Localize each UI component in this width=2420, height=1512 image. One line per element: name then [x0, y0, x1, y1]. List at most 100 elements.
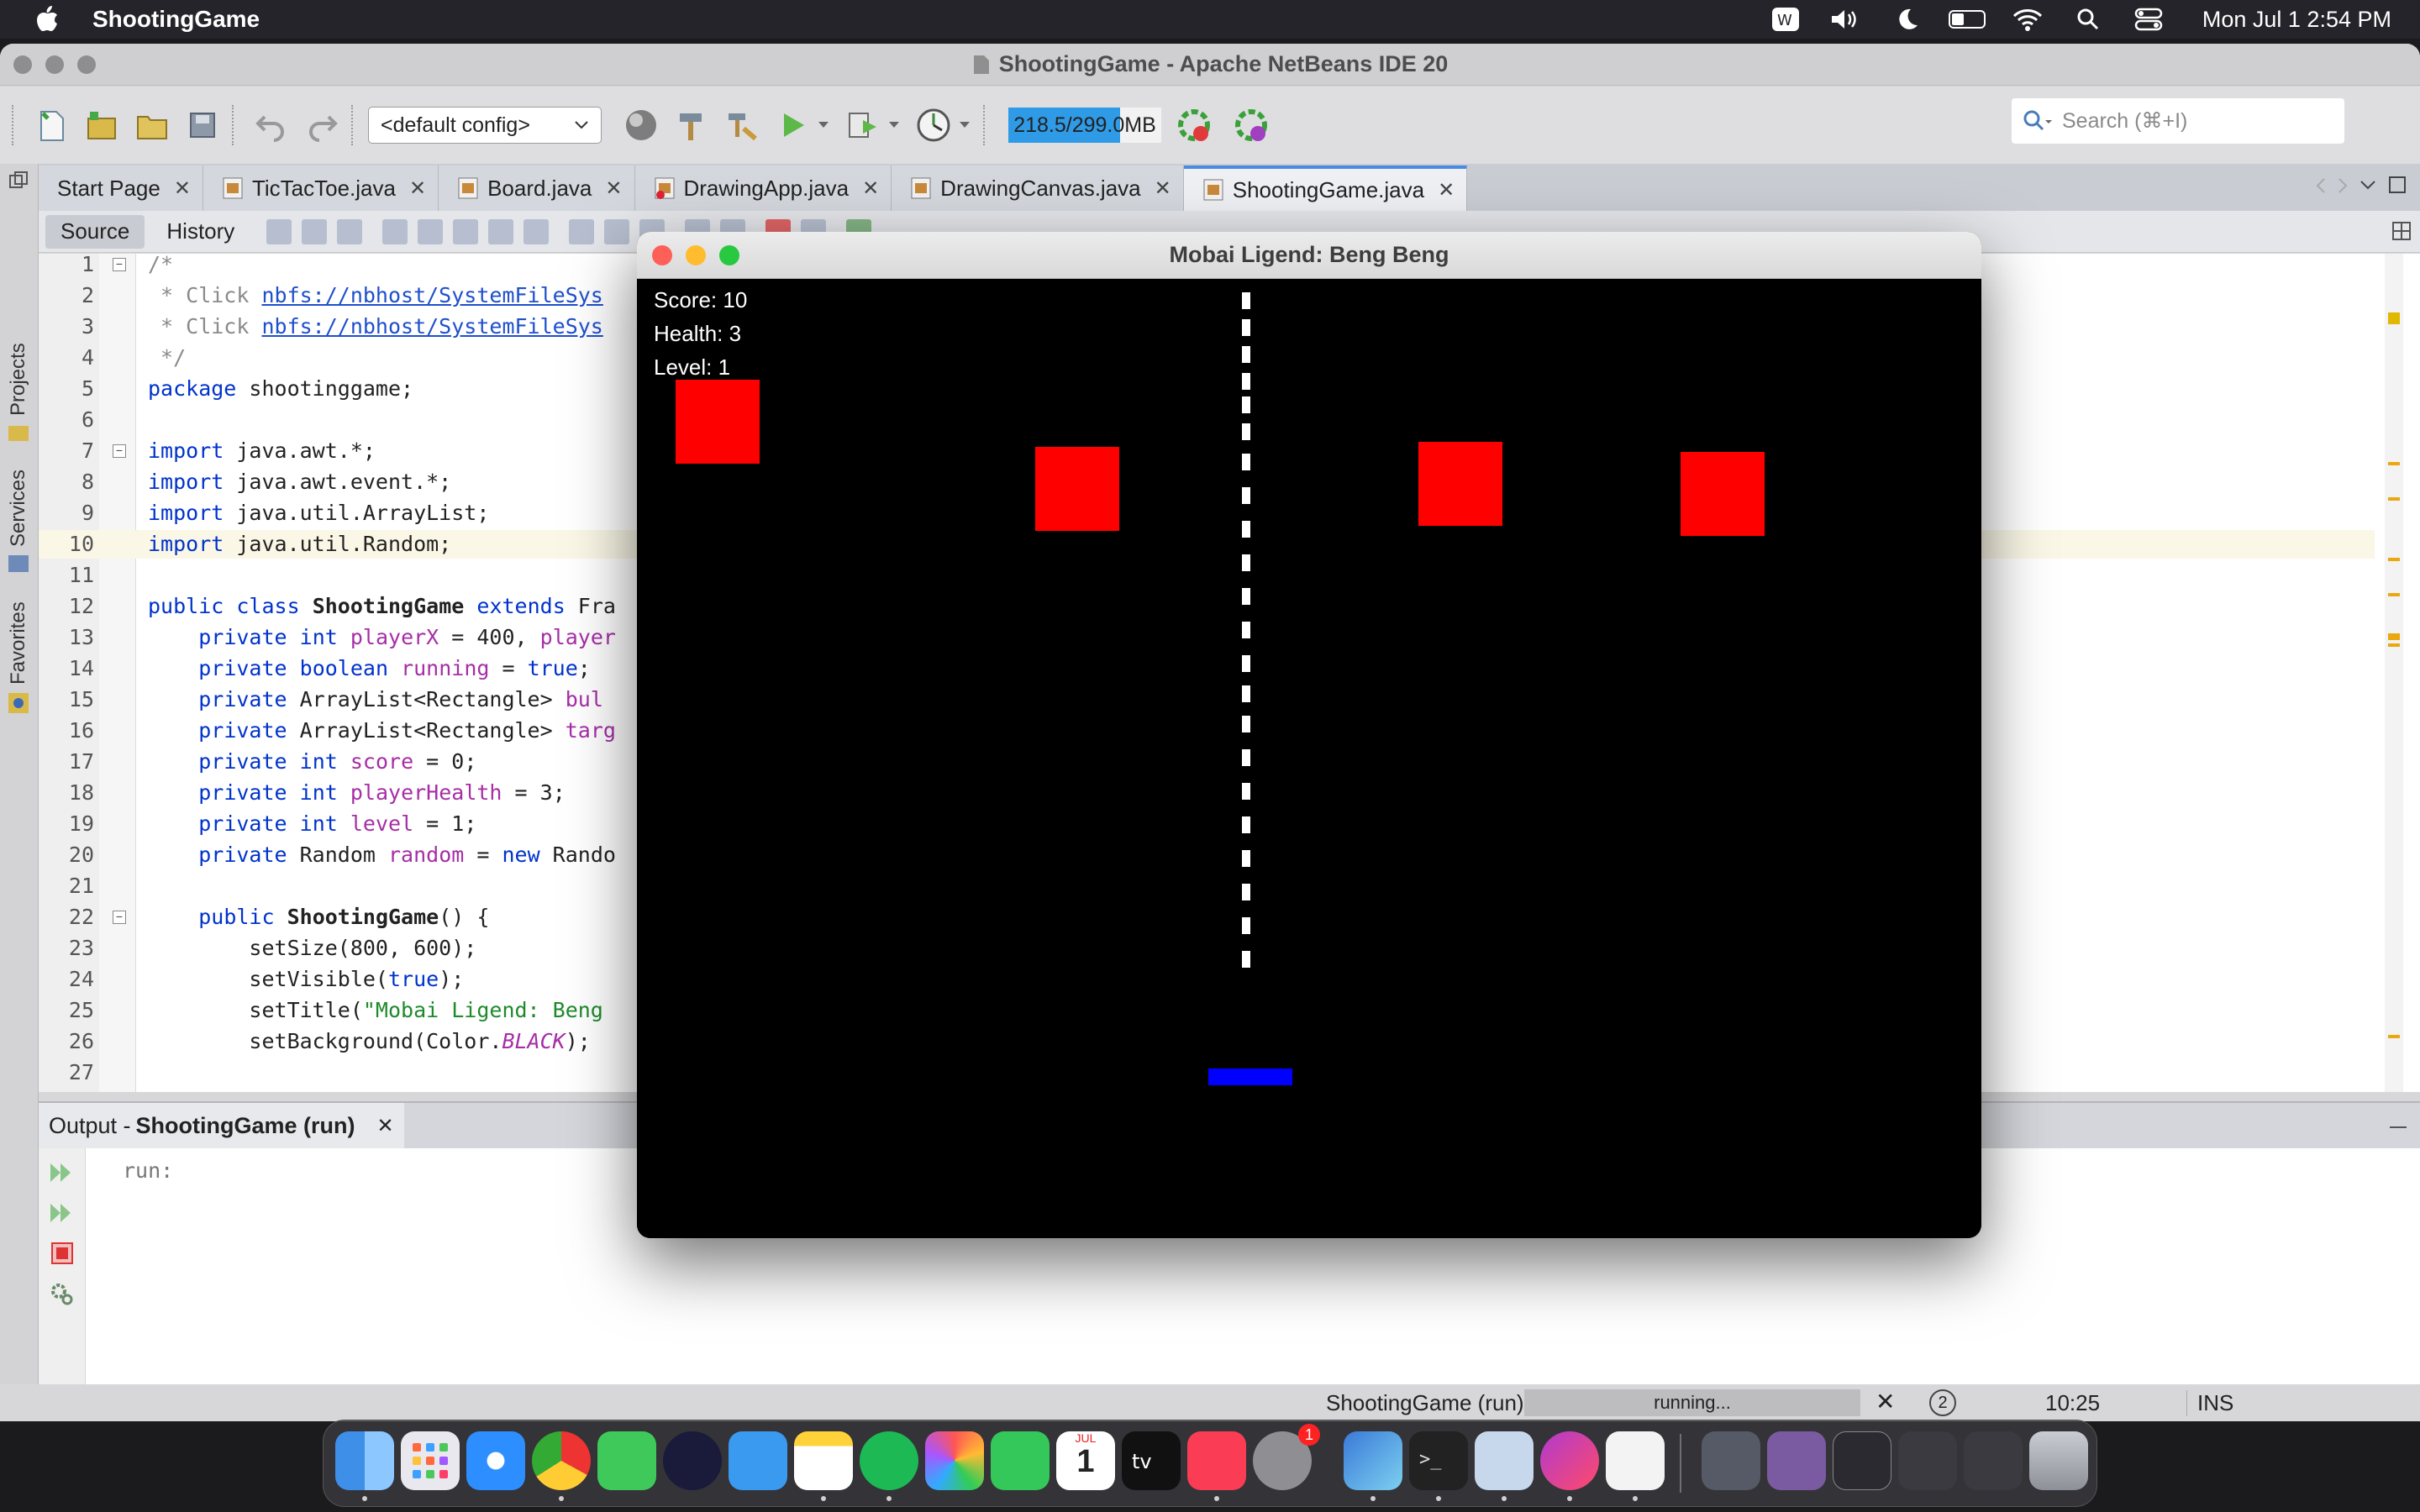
close-icon[interactable]: ✕	[862, 176, 879, 201]
tab-drawingapp-java[interactable]: DrawingApp.java ✕	[634, 165, 892, 211]
debug-button[interactable]	[842, 104, 884, 146]
find-selection-icon[interactable]	[523, 218, 550, 244]
java-app-icon[interactable]	[1606, 1431, 1665, 1490]
close-icon[interactable]: ✕	[174, 176, 191, 201]
restore-windows-icon[interactable]	[8, 171, 29, 191]
game-close-button[interactable]	[652, 245, 672, 265]
minimize-panel-icon[interactable]	[2390, 1125, 2407, 1130]
messages-icon[interactable]	[597, 1431, 656, 1490]
stop-icon[interactable]	[49, 1241, 76, 1266]
mail-icon[interactable]	[729, 1431, 787, 1490]
history-view-tab[interactable]: History	[151, 215, 250, 249]
redo-button[interactable]	[301, 104, 343, 146]
forward-icon[interactable]	[337, 218, 363, 244]
finder-icon[interactable]	[335, 1431, 394, 1490]
projects-panel-tab[interactable]: Projects	[7, 343, 30, 416]
recent-window-icon[interactable]	[1767, 1431, 1826, 1490]
cancel-process-icon[interactable]: ✕	[1876, 1388, 1895, 1415]
error-stripe-mark[interactable]	[2388, 1035, 2400, 1038]
close-icon[interactable]: ✕	[1438, 178, 1455, 202]
error-stripe-mark[interactable]	[2388, 312, 2400, 324]
previous-bookmark-icon[interactable]	[569, 218, 595, 244]
build-button[interactable]	[671, 104, 713, 146]
spotlight-search-icon[interactable]	[2070, 6, 2107, 33]
error-stripe-mark[interactable]	[2388, 633, 2400, 640]
facetime-icon[interactable]	[991, 1431, 1050, 1490]
apple-icon[interactable]	[32, 4, 62, 34]
error-stripe-mark[interactable]	[2388, 462, 2400, 465]
wps-office-icon[interactable]	[1540, 1431, 1599, 1490]
tab-board-java[interactable]: Board.java ✕	[439, 165, 635, 211]
recent-window-icon[interactable]	[1702, 1431, 1760, 1490]
output-settings-icon[interactable]	[49, 1281, 76, 1306]
photos-icon[interactable]	[925, 1431, 984, 1490]
garbage-collect-button[interactable]	[1173, 104, 1215, 146]
rerun-icon[interactable]	[49, 1160, 76, 1185]
config-select[interactable]: <default config>	[368, 107, 602, 144]
battery-icon[interactable]	[1948, 6, 1986, 33]
preview-icon[interactable]	[1475, 1431, 1534, 1490]
running-process-label[interactable]: ShootingGame (run)	[1326, 1390, 1524, 1416]
last-edit-icon[interactable]	[266, 218, 292, 244]
minimize-window-button[interactable]	[45, 55, 64, 74]
tab-scroll-right-icon[interactable]	[2336, 177, 2349, 194]
spotify-icon[interactable]	[860, 1431, 918, 1490]
save-all-button[interactable]	[182, 104, 224, 146]
error-stripe-mark[interactable]	[2388, 497, 2400, 501]
services-panel-tab[interactable]: Services	[7, 470, 30, 547]
tab-shootinggame-java[interactable]: ShootingGame.java ✕	[1183, 165, 1468, 211]
profile-ide-button[interactable]	[1230, 104, 1272, 146]
debug-menu-button[interactable]	[884, 104, 904, 146]
toggle-highlight-icon[interactable]	[488, 218, 514, 244]
find-previous-icon[interactable]	[418, 218, 444, 244]
recent-window-icon[interactable]	[1833, 1431, 1891, 1490]
favorites-panel-tab[interactable]: Favorites	[7, 601, 30, 685]
memory-indicator[interactable]: 218.5/299.0MB	[1008, 108, 1161, 143]
launchpad-icon[interactable]	[401, 1431, 460, 1490]
zoom-window-button[interactable]	[77, 55, 96, 74]
chrome-icon[interactable]	[532, 1431, 591, 1490]
next-bookmark-icon[interactable]	[604, 218, 630, 244]
tab-scroll-left-icon[interactable]	[2314, 177, 2328, 194]
open-project-button[interactable]	[131, 104, 173, 146]
rerun-with-params-icon[interactable]	[49, 1200, 76, 1226]
output-tab[interactable]: Output - ShootingGame (run) ✕	[39, 1103, 404, 1148]
game-canvas[interactable]: Score: 10 Health: 3 Level: 1	[637, 279, 1981, 1238]
profile-button[interactable]	[913, 104, 955, 146]
error-stripe-mark[interactable]	[2388, 558, 2400, 561]
notifications-badge[interactable]: 2	[1929, 1389, 1956, 1416]
maximize-window-icon[interactable]	[2388, 176, 2407, 194]
browser-button[interactable]	[620, 104, 662, 146]
back-icon[interactable]	[302, 218, 328, 244]
tab-drawingcanvas-java[interactable]: DrawingCanvas.java ✕	[892, 165, 1184, 211]
notes-icon[interactable]	[794, 1431, 853, 1490]
menu-app-name[interactable]: ShootingGame	[92, 6, 260, 33]
music-icon[interactable]	[1187, 1431, 1246, 1490]
safari-icon[interactable]	[466, 1431, 525, 1490]
obs-icon[interactable]	[663, 1431, 722, 1490]
fold-toggle-icon[interactable]: −	[113, 258, 126, 271]
close-icon[interactable]: ✕	[605, 176, 622, 201]
netbeans-icon[interactable]	[1344, 1431, 1402, 1490]
error-stripe-mark[interactable]	[2388, 593, 2400, 596]
recent-window-icon[interactable]	[1898, 1431, 1957, 1490]
run-menu-button[interactable]	[813, 104, 834, 146]
quick-search-input[interactable]: Search (⌘+I)	[2012, 98, 2344, 144]
source-view-tab[interactable]: Source	[45, 214, 145, 249]
game-zoom-button[interactable]	[719, 245, 739, 265]
clean-build-button[interactable]	[721, 104, 763, 146]
insert-mode[interactable]: INS	[2186, 1390, 2233, 1416]
wps-status-icon[interactable]: W	[1767, 6, 1804, 33]
menu-clock[interactable]: Mon Jul 1 2:54 PM	[2202, 7, 2391, 33]
tab-tictactoe-java[interactable]: TicTacToe.java ✕	[203, 165, 439, 211]
fold-toggle-icon[interactable]: −	[113, 444, 126, 458]
run-button[interactable]	[771, 104, 813, 146]
wifi-icon[interactable]	[2009, 6, 2046, 33]
find-next-icon[interactable]	[453, 218, 479, 244]
error-stripe-mark[interactable]	[2388, 643, 2400, 647]
close-icon[interactable]: ✕	[377, 1114, 394, 1138]
volume-icon[interactable]	[1828, 6, 1865, 33]
new-file-button[interactable]	[30, 104, 72, 146]
fold-toggle-icon[interactable]: −	[113, 911, 126, 924]
control-center-icon[interactable]	[2130, 6, 2167, 33]
